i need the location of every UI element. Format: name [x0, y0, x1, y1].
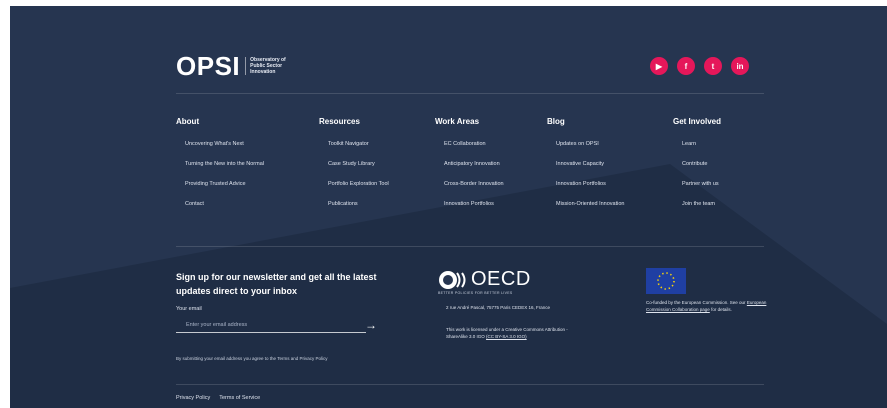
eu-text-after: for details. [711, 306, 732, 312]
divider-top [176, 93, 764, 94]
terms-of-service-link[interactable]: Terms of Service [219, 395, 260, 401]
facebook-icon[interactable]: f [677, 57, 695, 75]
footer-link[interactable]: Toolkit Navigator [328, 140, 389, 160]
footer-column-resources: Resources Toolkit Navigator Case Study L… [319, 117, 389, 220]
social-links: ▶ f t in [650, 57, 749, 75]
license-link[interactable]: (CC BY-SA 3.0 IGO) [486, 334, 527, 339]
footer-link[interactable]: Innovative Capacity [556, 160, 624, 180]
footer-link[interactable]: Innovation Portfolios [556, 180, 624, 200]
oecd-tagline: BETTER POLICIES FOR BETTER LIVES [438, 291, 513, 295]
oecd-wordmark: OECD [471, 268, 531, 290]
footer-column-about: About Uncovering What's Next Turning the… [176, 117, 264, 220]
footer-link[interactable]: Uncovering What's Next [185, 140, 264, 160]
opsi-logo[interactable]: OPSI Observatory of Public Sector Innova… [176, 53, 290, 79]
column-title: Work Areas [435, 117, 480, 126]
footer-link[interactable]: Publications [328, 200, 389, 220]
youtube-icon[interactable]: ▶ [650, 57, 668, 75]
email-label: Your email [176, 306, 202, 312]
footer-link[interactable]: Anticipatory Innovation [444, 160, 504, 180]
footer-link[interactable]: Join the team [682, 200, 721, 220]
column-title: Get Involved [673, 117, 722, 126]
email-field[interactable] [176, 318, 366, 333]
privacy-policy-link[interactable]: Privacy Policy [176, 395, 210, 401]
footer-link[interactable]: Contribute [682, 160, 721, 180]
footer-link[interactable]: Innovation Portfolios [444, 200, 504, 220]
column-title: About [176, 117, 200, 126]
site-footer: OPSI Observatory of Public Sector Innova… [10, 6, 887, 408]
logo-subtitle: Observatory of Public Sector Innovation [245, 57, 290, 75]
footer-link[interactable]: Turning the New into the Normal [185, 160, 264, 180]
twitter-icon[interactable]: t [704, 57, 722, 75]
oecd-logo[interactable]: OECD [438, 268, 531, 291]
footer-link[interactable]: Cross-Border Innovation [444, 180, 504, 200]
footer-link[interactable]: Updates on OPSI [556, 140, 624, 160]
footer-link[interactable]: Providing Trusted Advice [185, 180, 264, 200]
linkedin-icon[interactable]: in [731, 57, 749, 75]
newsletter-consent: By submitting your email address you agr… [176, 356, 328, 361]
oecd-address: 2 rue André Pascal, 75775 Paris CEDEX 16… [446, 305, 551, 310]
footer-link[interactable]: Case Study Library [328, 160, 389, 180]
footer-column-get-involved: Get Involved Learn Contribute Partner wi… [673, 117, 721, 220]
eu-flag-icon [646, 268, 686, 294]
oecd-license: This work is licensed under a Creative C… [446, 326, 576, 340]
logo-wordmark: OPSI [176, 51, 241, 81]
oecd-emblem-icon [439, 270, 466, 289]
footer-link[interactable]: Contact [185, 200, 264, 220]
legal-links: Privacy Policy Terms of Service [176, 395, 260, 401]
column-title: Resources [319, 117, 360, 126]
divider-middle [176, 246, 764, 247]
column-title: Blog [547, 117, 565, 126]
logo-subtitle-line-3: Innovation [250, 69, 276, 75]
arrow-right-icon[interactable]: → [365, 318, 377, 332]
footer-link[interactable]: Partner with us [682, 180, 721, 200]
footer-column-blog: Blog Updates on OPSI Innovative Capacity… [547, 117, 624, 220]
eu-text-before: Co-funded by the European Commission. Se… [646, 300, 746, 305]
footer-link[interactable]: Mission-Oriented Innovation [556, 200, 624, 220]
eu-funding-note: Co-funded by the European Commission. Se… [646, 300, 771, 313]
newsletter-title: Sign up for our newsletter and get all t… [176, 272, 377, 296]
divider-bottom [176, 384, 764, 385]
footer-link[interactable]: Portfolio Exploration Tool [328, 180, 389, 200]
footer-link[interactable]: Learn [682, 140, 721, 160]
footer-column-work-areas: Work Areas EC Collaboration Anticipatory… [435, 117, 504, 220]
footer-link[interactable]: EC Collaboration [444, 140, 504, 160]
